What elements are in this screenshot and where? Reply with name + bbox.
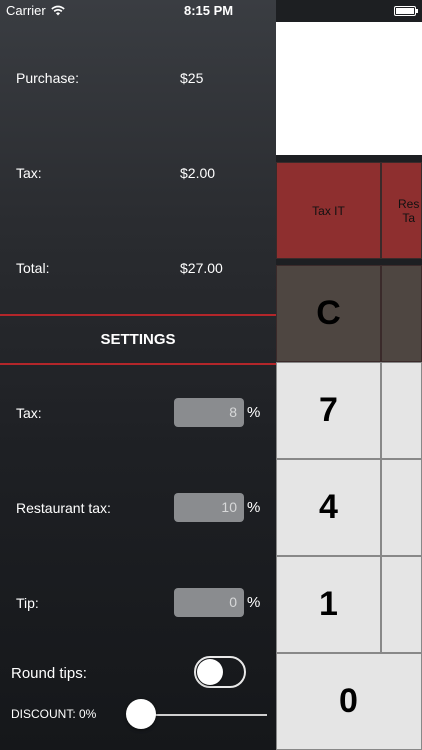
key-4-label: 4 <box>319 488 338 526</box>
calculator-display <box>276 22 422 155</box>
key-4[interactable]: 4 <box>276 459 381 556</box>
key-0-label: 0 <box>339 682 358 720</box>
key-5[interactable] <box>381 459 422 556</box>
tip-percent-input[interactable]: 0 <box>174 588 244 617</box>
tip-label: Tip: <box>16 595 39 611</box>
key-0[interactable]: 0 <box>276 653 422 750</box>
restaurant-tax-button-label: Res Ta <box>398 196 420 225</box>
tax-percent-input[interactable]: 8 <box>174 398 244 427</box>
carrier-label: Carrier <box>6 3 46 18</box>
settings-divider-bottom <box>0 363 276 365</box>
toggle-knob <box>197 659 223 685</box>
tax-summary-label: Tax: <box>16 165 42 181</box>
round-tips-toggle[interactable] <box>194 656 246 688</box>
key-8[interactable] <box>381 362 422 459</box>
restaurant-tax-percent-sign: % <box>247 499 261 516</box>
discount-slider-track[interactable] <box>140 714 267 716</box>
tax-it-label: Tax IT <box>312 203 345 218</box>
purchase-label: Purchase: <box>16 70 80 86</box>
restaurant-tax-button[interactable]: Res Ta <box>381 162 422 259</box>
total-label: Total: <box>16 260 50 276</box>
key-7-label: 7 <box>319 391 338 429</box>
key-1-label: 1 <box>319 585 338 623</box>
tax-percent-sign: % <box>247 404 261 421</box>
restaurant-tax-label: Restaurant tax: <box>16 500 111 516</box>
status-carrier: Carrier <box>6 3 65 18</box>
clear-label: C <box>316 294 341 332</box>
key-1[interactable]: 1 <box>276 556 381 653</box>
total-value: $27.00 <box>180 260 223 276</box>
round-tips-label: Round tips: <box>11 665 87 682</box>
purchase-value: $25 <box>180 70 204 86</box>
status-battery-area <box>276 0 422 22</box>
discount-label: DISCOUNT: 0% <box>11 707 97 721</box>
battery-icon <box>394 6 418 16</box>
tax-setting-label: Tax: <box>16 405 42 421</box>
clear-adjacent-button[interactable] <box>381 265 422 362</box>
discount-slider-thumb[interactable] <box>126 699 156 729</box>
status-time: 8:15 PM <box>184 3 234 18</box>
key-7[interactable]: 7 <box>276 362 381 459</box>
settings-panel: Carrier 8:15 PM Purchase: $25 Tax: $2.00… <box>0 0 276 750</box>
wifi-icon <box>51 5 65 16</box>
tip-percent-sign: % <box>247 594 261 611</box>
tax-summary-value: $2.00 <box>180 165 216 181</box>
key-2[interactable] <box>381 556 422 653</box>
tax-it-button[interactable]: Tax IT <box>276 162 381 259</box>
restaurant-tax-percent-input[interactable]: 10 <box>174 493 244 522</box>
settings-title: SETTINGS <box>100 331 176 348</box>
settings-divider-top <box>0 314 276 316</box>
clear-button[interactable]: C <box>276 265 381 362</box>
